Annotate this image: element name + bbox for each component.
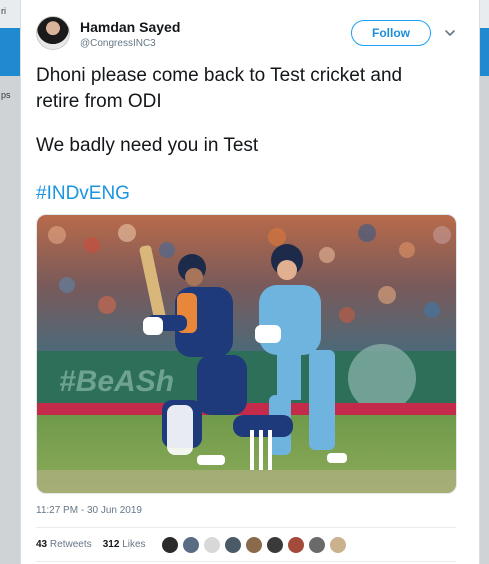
retweet-count[interactable]: 43	[36, 539, 47, 550]
like-count[interactable]: 312	[103, 539, 120, 550]
liker-avatar-icon[interactable]	[245, 536, 263, 554]
author-display-name[interactable]: Hamdan Sayed	[80, 19, 180, 35]
background-text-fragment: ri	[1, 6, 6, 16]
liker-avatar-icon[interactable]	[287, 536, 305, 554]
liker-avatar-icon[interactable]	[203, 536, 221, 554]
follow-button[interactable]: Follow	[351, 20, 431, 46]
tweet-photo[interactable]: #BeASh	[36, 214, 457, 494]
tweet-text: Dhoni please come back to Test cricket a…	[36, 63, 466, 159]
like-label[interactable]: Likes	[122, 539, 145, 550]
stumps	[250, 430, 272, 470]
divider	[36, 527, 456, 528]
tweet-timestamp[interactable]: 11:27 PM - 30 Jun 2019	[36, 505, 142, 516]
divider	[36, 561, 456, 562]
chevron-down-icon[interactable]	[444, 27, 456, 39]
tweet-card: Hamdan Sayed @CongressINC3 Follow Dhoni …	[20, 0, 480, 564]
author-avatar[interactable]	[36, 16, 70, 50]
liker-avatar-icon[interactable]	[161, 536, 179, 554]
image-overlay-text: #BeASh	[59, 365, 174, 398]
cricket-photo-illustration: #BeASh	[37, 215, 456, 493]
tweet-text-line: retire from ODI	[36, 91, 162, 112]
liker-avatar-icon[interactable]	[182, 536, 200, 554]
liker-avatar-icon[interactable]	[224, 536, 242, 554]
liker-avatar-icon[interactable]	[308, 536, 326, 554]
author-handle[interactable]: @CongressINC3	[80, 38, 156, 49]
tweet-stats: 43 Retweets 312 Likes	[36, 539, 146, 550]
background-text-fragment: ps	[1, 90, 11, 100]
retweet-label[interactable]: Retweets	[50, 539, 92, 550]
liker-avatar-icon[interactable]	[329, 536, 347, 554]
liker-avatar-icon[interactable]	[266, 536, 284, 554]
tweet-text-line: We badly need you in Test	[36, 135, 259, 156]
hashtag-link[interactable]: #INDvENG	[36, 183, 130, 205]
tweet-text-line: Dhoni please come back to Test cricket a…	[36, 65, 403, 86]
